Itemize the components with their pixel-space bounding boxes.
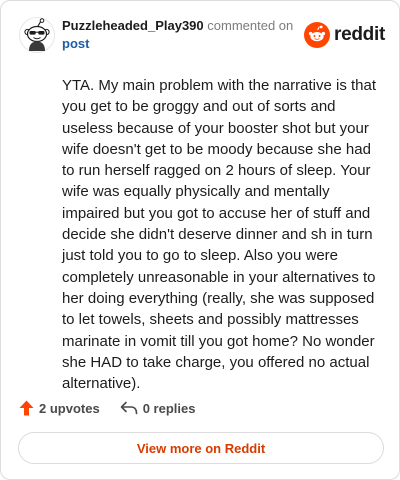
username-link[interactable]: Puzzleheaded_Play390 (62, 18, 204, 33)
comment-actions: 2 upvotes 0 replies (19, 397, 215, 419)
upvote-count: 2 upvotes (39, 400, 100, 416)
reddit-logo[interactable]: reddit (304, 22, 385, 48)
reddit-alien-icon (304, 22, 331, 48)
post-link[interactable]: post (62, 36, 89, 51)
reply-count: 0 replies (142, 400, 196, 416)
comment-meta: Puzzleheaded_Play390 commented on post (62, 17, 307, 53)
snoo-avatar-icon (19, 17, 55, 53)
embedded-comment-card: Puzzleheaded_Play390 commented on post r… (0, 0, 400, 480)
user-avatar[interactable] (19, 17, 55, 53)
upvote-arrow-icon (19, 400, 34, 416)
reply-arrow-icon (120, 401, 137, 415)
commented-on-text: commented on (207, 18, 294, 33)
reddit-wordmark: reddit (334, 24, 385, 45)
comment-body: YTA. My main problem with the narrative … (62, 77, 377, 393)
upvote-action[interactable]: 2 upvotes (19, 400, 100, 416)
replies-action[interactable]: 0 replies (120, 400, 196, 416)
comment-header: Puzzleheaded_Play390 commented on post r… (17, 15, 385, 59)
view-more-button[interactable]: View more on Reddit (18, 432, 384, 464)
